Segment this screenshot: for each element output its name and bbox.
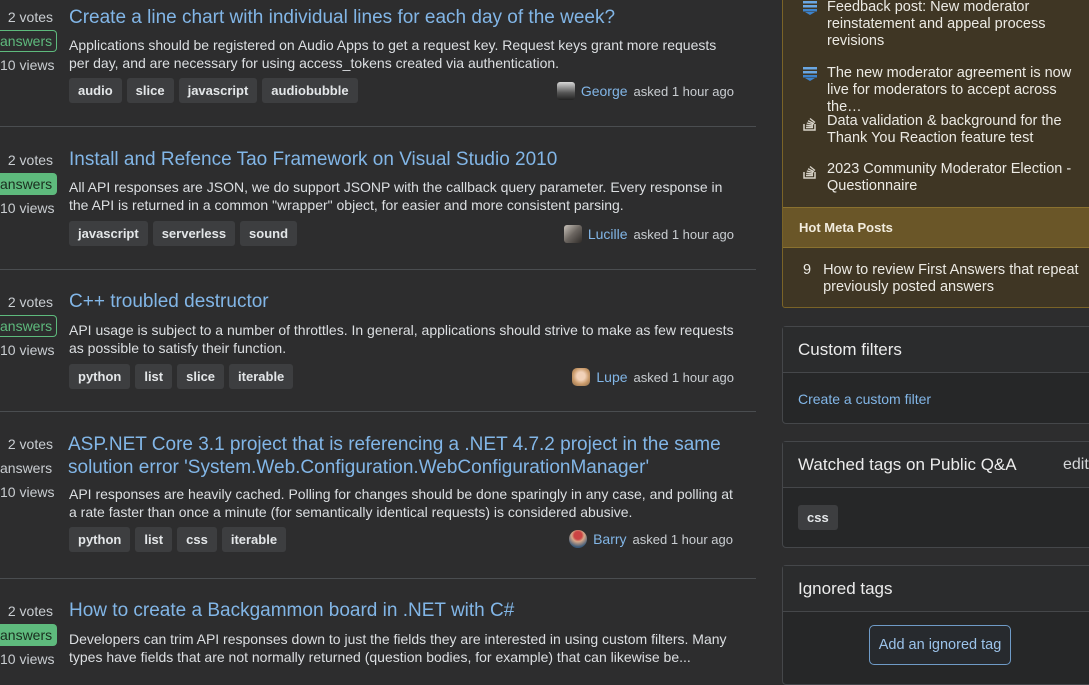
view-count: 10 views [0, 484, 55, 500]
avatar[interactable] [556, 82, 575, 100]
author-link[interactable]: Lupe [596, 369, 627, 385]
meta-post-icon [803, 0, 817, 50]
vote-count: 2 votes [7, 152, 53, 168]
question-excerpt: Developers can trim API responses down t… [69, 631, 727, 665]
vote-count: 2 votes [7, 294, 53, 310]
featured-meta-widget: Feedback post: New moderator reinstateme… [782, 0, 1089, 308]
author-link[interactable]: Lucille [588, 226, 628, 242]
ignored-tags-card: Ignored tags Add an ignored tag [782, 565, 1089, 685]
tag[interactable]: python [69, 364, 131, 389]
tag-list: python list css iterable [69, 527, 287, 552]
tag-list: audio slice javascript audiobubble [69, 78, 358, 103]
asked-time: asked 1 hour ago [633, 226, 734, 242]
question-meta: Lucille asked 1 hour ago [563, 225, 734, 243]
question-excerpt: All API responses are JSON, we do suppor… [69, 179, 723, 213]
asked-time: asked 1 hour ago [633, 83, 734, 99]
hot-meta-post-title: How to review First Answers that repeat … [823, 262, 1079, 295]
meta-post-item[interactable]: Data validation & background for the Tha… [803, 113, 1088, 147]
avatar[interactable] [572, 368, 591, 386]
answer-count: answers [0, 460, 53, 476]
watched-tag[interactable]: css [798, 505, 838, 530]
tag-list: python list slice iterable [69, 364, 294, 389]
answer-count-badge: answers [0, 30, 58, 52]
hot-meta-posts-header: Hot Meta Posts [783, 207, 1089, 248]
question-title-link[interactable]: C++ troubled destructor [69, 290, 749, 313]
watched-tags-card: Watched tags on Public Q&A edit css [782, 441, 1089, 548]
stack-logo-icon [803, 113, 817, 147]
edit-watched-tags-link[interactable]: edit [1063, 442, 1089, 487]
question-stats: 2 votes answers 10 views [0, 148, 58, 220]
answer-count-badge: answers [0, 315, 58, 337]
tag[interactable]: sound [240, 221, 298, 246]
add-ignored-tag-button[interactable]: Add an ignored tag [869, 625, 1011, 665]
hot-meta-post-count: 9 [803, 262, 812, 278]
view-count: 10 views [0, 651, 55, 667]
meta-post-item[interactable]: The new moderator agreement is now live … [803, 65, 1088, 116]
view-count: 10 views [0, 57, 55, 73]
meta-post-title: Feedback post: New moderator reinstateme… [827, 0, 1046, 49]
custom-filters-card: Custom filters Create a custom filter [782, 326, 1089, 424]
hot-meta-post-item[interactable]: 9 How to review First Answers that repea… [803, 262, 1088, 296]
question-meta: Lupe asked 1 hour ago [572, 368, 734, 386]
tag[interactable]: list [135, 527, 173, 552]
question-stats: 2 votes answers 10 views [0, 599, 58, 671]
question-title-link[interactable]: ASP.NET Core 3.1 project that is referen… [68, 433, 748, 479]
avatar[interactable] [563, 225, 582, 243]
meta-post-title: The new moderator agreement is now live … [827, 65, 1072, 115]
question-meta: Barry asked 1 hour ago [569, 530, 733, 548]
custom-filters-title: Custom filters [783, 327, 1089, 373]
question-stats: 2 votes answers 10 views [0, 5, 58, 77]
tag[interactable]: slice [177, 364, 225, 389]
tag[interactable]: serverless [152, 221, 236, 246]
author-link[interactable]: Barry [593, 531, 626, 547]
tag-list: javascript serverless sound [69, 221, 298, 246]
view-count: 10 views [0, 200, 55, 216]
tag[interactable]: slice [126, 78, 174, 103]
tag[interactable]: audio [69, 78, 122, 103]
stack-logo-icon [803, 161, 817, 195]
vote-count: 2 votes [7, 603, 53, 619]
tag[interactable]: iterable [229, 364, 294, 389]
tag[interactable]: audiobubble [262, 78, 358, 103]
question-summary: 2 votes answers 10 views Install and Ref… [0, 126, 756, 270]
question-summary: 2 votes answers 10 views How to create a… [0, 578, 756, 678]
question-title-link[interactable]: Create a line chart with individual line… [69, 6, 749, 29]
question-title-link[interactable]: Install and Refence Tao Framework on Vis… [69, 148, 749, 171]
watched-tags-header: Watched tags on Public Q&A edit [783, 442, 1089, 488]
tag[interactable]: javascript [69, 221, 148, 246]
meta-post-item[interactable]: 2023 Community Moderator Election - Ques… [803, 161, 1088, 195]
tag[interactable]: list [135, 364, 173, 389]
vote-count: 2 votes [7, 9, 53, 25]
ignored-tags-title: Ignored tags [783, 566, 1089, 612]
question-excerpt: API responses are heavily cached. Pollin… [69, 486, 733, 520]
tag[interactable]: javascript [178, 78, 258, 103]
question-summary: 2 votes answers 10 views Create a line c… [0, 0, 756, 127]
answer-count-badge-accepted: answers [0, 624, 58, 646]
question-stats: 2 votes answers 10 views [0, 290, 58, 362]
question-summary: 2 votes answers 10 views ASP.NET Core 3.… [0, 411, 756, 579]
answer-count-badge-accepted: answers [0, 173, 58, 195]
view-count: 10 views [0, 342, 55, 358]
question-summary: 2 votes answers 10 views C++ troubled de… [0, 269, 756, 412]
meta-post-title: Data validation & background for the Tha… [827, 113, 1062, 146]
question-title-link[interactable]: How to create a Backgammon board in .NET… [69, 599, 749, 622]
tag[interactable]: python [69, 527, 131, 552]
meta-post-title: 2023 Community Moderator Election - Ques… [827, 161, 1072, 194]
asked-time: asked 1 hour ago [632, 531, 733, 547]
question-excerpt: API usage is subject to a number of thro… [69, 322, 734, 356]
asked-time: asked 1 hour ago [633, 369, 734, 385]
meta-post-icon [803, 65, 817, 116]
meta-post-item[interactable]: Feedback post: New moderator reinstateme… [803, 0, 1088, 50]
avatar[interactable] [569, 530, 588, 548]
create-custom-filter-link[interactable]: Create a custom filter [798, 391, 931, 407]
vote-count: 2 votes [7, 436, 53, 452]
question-stats: 2 votes answers 10 views [0, 432, 55, 504]
question-meta: George asked 1 hour ago [556, 82, 734, 100]
watched-tags-title: Watched tags on Public Q&A [798, 455, 1017, 474]
tag[interactable]: iterable [221, 527, 287, 552]
tag[interactable]: css [177, 527, 217, 552]
question-excerpt: Applications should be registered on Aud… [69, 37, 717, 71]
author-link[interactable]: George [581, 83, 628, 99]
